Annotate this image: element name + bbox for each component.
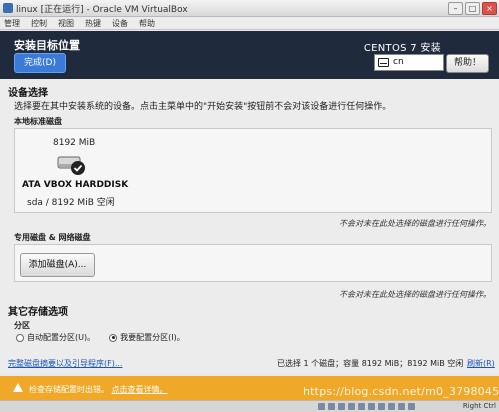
disk-info: sda / 8192 MiB 空闲 [27,198,115,208]
window-titlebar: linux [正在运行] - Oracle VM VirtualBox – □ … [0,0,499,17]
disk-tile[interactable]: 8192 MiB ATA VBOX HARDDISK sda / 8192 Mi… [15,129,138,213]
specialized-disks-panel: 添加磁盘(A)... [14,244,492,282]
warning-details-link[interactable]: 点击查看详情。 [112,385,168,394]
installer-header: 安装目标位置 完成(D) CENTOS 7 安装 cn 帮助！ [0,31,499,79]
display-status-icon[interactable] [378,403,385,410]
warning-text: 检查存储配置时出错。 [29,385,109,394]
selection-status: 已选择 1 个磁盘；容量 8192 MiB；8192 MiB 空闲 [277,359,464,368]
main-content: 设备选择 选择要在其中安装系统的设备。点击主菜单中的"开始安装"按钮前不会对该设… [0,79,499,374]
mouse-status-icon[interactable] [408,403,415,410]
recording-status-icon[interactable] [388,403,395,410]
storage-options-title: 其它存储选项 [8,307,68,318]
maximize-button[interactable]: □ [465,1,480,15]
local-disks-note: 不会对未在此处选择的磁盘进行任何操作。 [339,219,491,228]
menu-help[interactable]: 帮助 [139,18,155,29]
device-selection-description: 选择要在其中安装系统的设备。点击主菜单中的"开始安装"按钮前不会对该设备进行任何… [14,102,392,112]
page-title: 安装目标位置 [14,39,80,52]
installer-footer: 完整磁盘摘要以及引导程序(F)... 已选择 1 个磁盘；容量 8192 MiB… [0,350,499,374]
specialized-disks-note: 不会对未在此处选择的磁盘进行任何操作。 [339,290,491,299]
auto-partition-radio[interactable] [16,333,24,342]
disk-size: 8192 MiB [53,138,96,148]
vm-statusbar: Right Ctrl [0,400,499,412]
watermark: https://blog.csdn.net/m0_37980456 [303,385,499,398]
harddisk-checked-icon [57,156,85,175]
warning-message: 检查存储配置时出错。 点击查看详情。 [29,384,168,395]
disk-name: ATA VBOX HARDDISK [22,180,129,190]
full-disk-summary-link[interactable]: 完整磁盘摘要以及引导程序(F)... [8,358,122,369]
menu-view[interactable]: 视图 [58,18,74,29]
minimize-button[interactable]: – [448,1,463,15]
local-disks-label: 本地标准磁盘 [14,117,62,126]
help-button[interactable]: 帮助！ [446,54,489,73]
refresh-link[interactable]: 刷新(R) [467,358,495,369]
host-key-label: Right Ctrl [462,402,496,410]
warning-icon [13,383,23,392]
virtualbox-icon [3,3,13,13]
local-disks-panel: 8192 MiB ATA VBOX HARDDISK sda / 8192 Mi… [14,128,492,213]
keyboard-layout-indicator[interactable]: cn [374,54,444,71]
manual-partition-label[interactable]: 我要配置分区(I)。 [120,332,185,343]
window-title: linux [正在运行] - Oracle VM VirtualBox [16,4,188,15]
menu-devices[interactable]: 设备 [112,18,128,29]
optical-status-icon[interactable] [328,403,335,410]
harddisk-status-icon[interactable] [318,403,325,410]
device-selection-title: 设备选择 [8,88,48,99]
network-status-icon[interactable] [348,403,355,410]
cpu-status-icon[interactable] [398,403,405,410]
menu-manage[interactable]: 管理 [4,18,20,29]
keyboard-icon [378,58,389,67]
manual-partition-radio[interactable] [109,333,118,342]
keyboard-layout-label: cn [393,57,404,67]
add-disk-button[interactable]: 添加磁盘(A)... [20,253,95,277]
close-button[interactable]: × [482,1,497,15]
specialized-disks-label: 专用磁盘 & 网络磁盘 [14,233,91,242]
done-button[interactable]: 完成(D) [14,53,66,73]
usb-status-icon[interactable] [358,403,365,410]
auto-partition-label[interactable]: 自动配置分区(U)。 [27,332,95,343]
menu-control[interactable]: 控制 [31,18,47,29]
partition-label: 分区 [14,321,30,330]
menubar: 管理 控制 视图 热键 设备 帮助 [0,17,499,30]
partition-options: 自动配置分区(U)。 我要配置分区(I)。 [16,332,199,343]
audio-status-icon[interactable] [338,403,345,410]
shared-folder-status-icon[interactable] [368,403,375,410]
product-title: CENTOS 7 安装 [363,43,441,54]
menu-hotkey[interactable]: 热键 [85,18,101,29]
